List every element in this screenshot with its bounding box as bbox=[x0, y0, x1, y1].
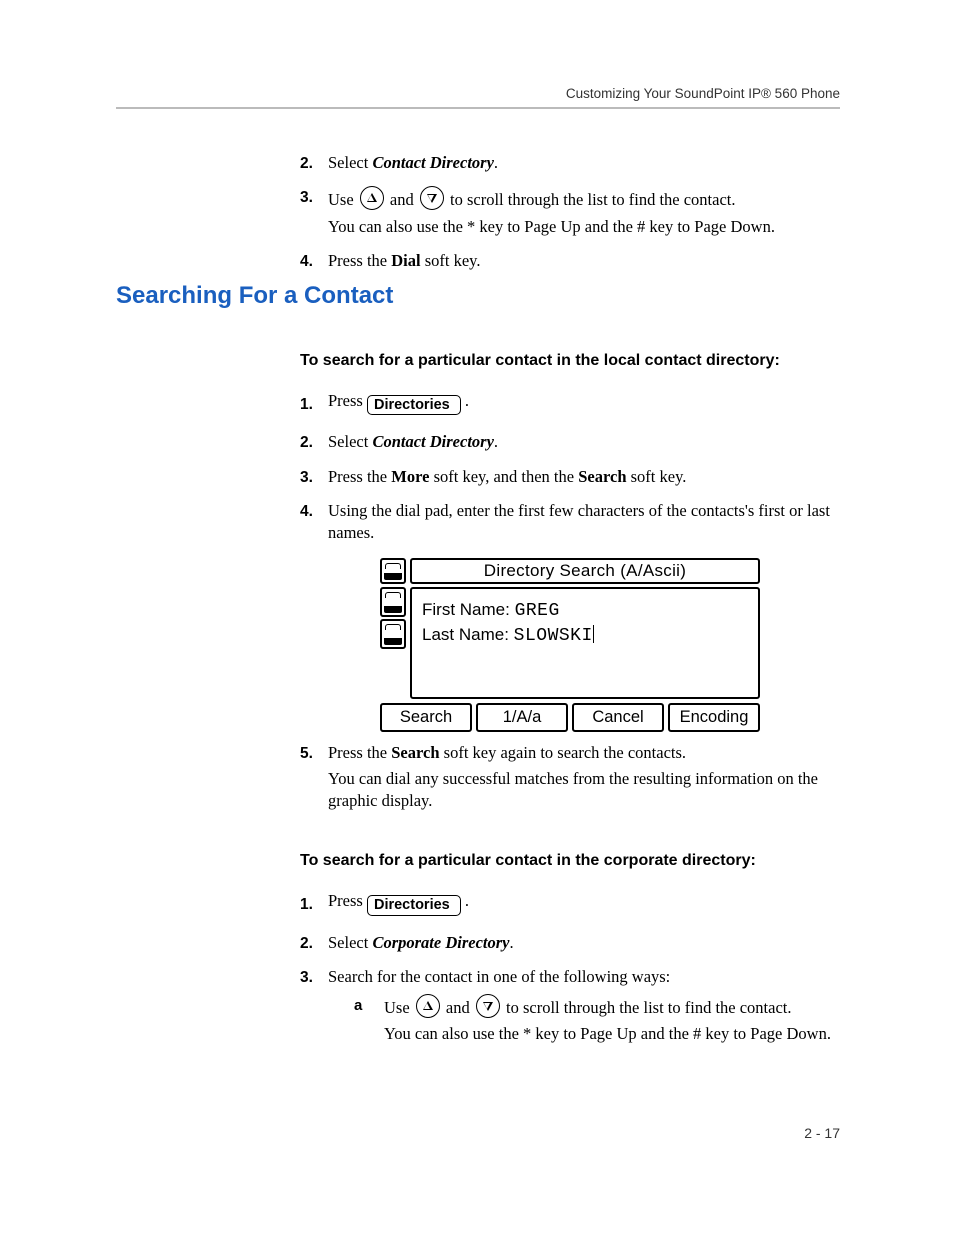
last-name-value: SLOWSKI bbox=[514, 626, 593, 646]
down-arrow-key-icon bbox=[420, 186, 444, 210]
softkey-search: Search bbox=[380, 703, 472, 731]
text: . bbox=[465, 391, 469, 410]
step-4: 4. Press the Dial soft key. bbox=[300, 250, 840, 276]
step-number: 1. bbox=[300, 893, 328, 916]
header-rule bbox=[116, 107, 840, 109]
text: soft key. bbox=[627, 467, 687, 486]
page-number: 2 - 17 bbox=[804, 1125, 840, 1141]
text: and bbox=[390, 190, 418, 209]
step-number: 2. bbox=[300, 431, 328, 454]
softkey-name: More bbox=[391, 467, 429, 486]
page-header: Customizing Your SoundPoint IP® 560 Phon… bbox=[116, 86, 840, 117]
step-3: 3. Use and to scroll through the list to… bbox=[300, 186, 840, 242]
softkey-cancel: Cancel bbox=[572, 703, 664, 731]
substep-letter: a bbox=[354, 994, 384, 1046]
step-number: 1. bbox=[300, 393, 328, 416]
down-arrow-key-icon bbox=[476, 994, 500, 1018]
text: Press the bbox=[328, 467, 391, 486]
text-cursor-icon bbox=[593, 625, 595, 643]
first-name-label: First Name: bbox=[422, 600, 510, 619]
text: Press bbox=[328, 391, 367, 410]
softkey-row: Search 1/A/a Cancel Encoding bbox=[380, 703, 760, 731]
corp-step-1: 1. Press Directories . bbox=[300, 890, 840, 920]
menu-item: Corporate Directory bbox=[372, 933, 509, 952]
text: Select bbox=[328, 153, 372, 172]
text: Use bbox=[328, 190, 358, 209]
text: . bbox=[465, 891, 469, 910]
softkey-mode: 1/A/a bbox=[476, 703, 568, 731]
up-arrow-key-icon bbox=[360, 186, 384, 210]
text: You can also use the * key to Page Up an… bbox=[328, 216, 840, 238]
step-number: 3. bbox=[300, 186, 328, 209]
lcd-body: First Name: GREG Last Name: SLOWSKI bbox=[410, 587, 760, 699]
step-2: 2. Select Contact Directory. bbox=[300, 152, 840, 178]
procedure-heading: To search for a particular contact in th… bbox=[300, 850, 840, 872]
text: Search for the contact in one of the fol… bbox=[328, 966, 840, 988]
text: Using the dial pad, enter the first few … bbox=[328, 500, 840, 545]
step-number: 4. bbox=[300, 500, 328, 523]
directories-button-icon: Directories bbox=[367, 395, 461, 416]
text: . bbox=[494, 432, 498, 451]
step-number: 5. bbox=[300, 742, 328, 765]
menu-item: Contact Directory bbox=[372, 153, 493, 172]
corp-step-3a: a Use and to scroll through the list to … bbox=[354, 994, 840, 1046]
text: soft key. bbox=[421, 251, 481, 270]
softkey-name: Search bbox=[391, 743, 439, 762]
lcd-title: Directory Search (A/Ascii) bbox=[410, 558, 760, 584]
text: Select bbox=[328, 933, 372, 952]
local-step-3: 3. Press the More soft key, and then the… bbox=[300, 466, 840, 492]
section-heading: Searching For a Contact bbox=[116, 282, 393, 310]
text: . bbox=[509, 933, 513, 952]
step-number: 3. bbox=[300, 466, 328, 489]
local-procedure: To search for a particular contact in th… bbox=[300, 350, 840, 1052]
step-number: 4. bbox=[300, 250, 328, 273]
corp-step-3: 3. Search for the contact in one of the … bbox=[300, 966, 840, 1050]
softkey-name: Dial bbox=[391, 251, 420, 270]
up-arrow-key-icon bbox=[416, 994, 440, 1018]
last-name-label: Last Name: bbox=[422, 625, 509, 644]
local-step-5: 5. Press the Search soft key again to se… bbox=[300, 742, 840, 817]
text: soft key again to search the contacts. bbox=[440, 743, 687, 762]
line-icon bbox=[380, 558, 406, 584]
text: You can also use the * key to Page Up an… bbox=[384, 1023, 840, 1045]
text: soft key, and then the bbox=[429, 467, 578, 486]
corp-step-2: 2. Select Corporate Directory. bbox=[300, 932, 840, 958]
text: Press bbox=[328, 891, 367, 910]
running-title: Customizing Your SoundPoint IP® 560 Phon… bbox=[116, 86, 840, 101]
phone-lcd-figure: Directory Search (A/Ascii) First Name: G… bbox=[380, 558, 760, 731]
line-icon bbox=[380, 587, 406, 617]
menu-item: Contact Directory bbox=[372, 432, 493, 451]
softkey-encoding: Encoding bbox=[668, 703, 760, 731]
step-number: 2. bbox=[300, 932, 328, 955]
text: Use bbox=[384, 998, 414, 1017]
text: Select bbox=[328, 432, 372, 451]
text: to scroll through the list to find the c… bbox=[506, 998, 792, 1017]
step-number: 3. bbox=[300, 966, 328, 989]
directories-button-icon: Directories bbox=[367, 895, 461, 916]
text: You can dial any successful matches from… bbox=[328, 768, 840, 813]
steps-top: 2. Select Contact Directory. 3. Use and … bbox=[300, 152, 840, 284]
text: and bbox=[446, 998, 474, 1017]
local-step-1: 1. Press Directories . bbox=[300, 390, 840, 420]
softkey-name: Search bbox=[578, 467, 626, 486]
procedure-heading: To search for a particular contact in th… bbox=[300, 350, 840, 372]
line-icon bbox=[380, 619, 406, 649]
first-name-value: GREG bbox=[515, 601, 560, 621]
text: . bbox=[494, 153, 498, 172]
local-step-4: 4. Using the dial pad, enter the first f… bbox=[300, 500, 840, 549]
step-number: 2. bbox=[300, 152, 328, 175]
text: to scroll through the list to find the c… bbox=[450, 190, 736, 209]
page: Customizing Your SoundPoint IP® 560 Phon… bbox=[0, 0, 954, 1235]
local-step-2: 2. Select Contact Directory. bbox=[300, 431, 840, 457]
text: Press the bbox=[328, 251, 391, 270]
text: Press the bbox=[328, 743, 391, 762]
